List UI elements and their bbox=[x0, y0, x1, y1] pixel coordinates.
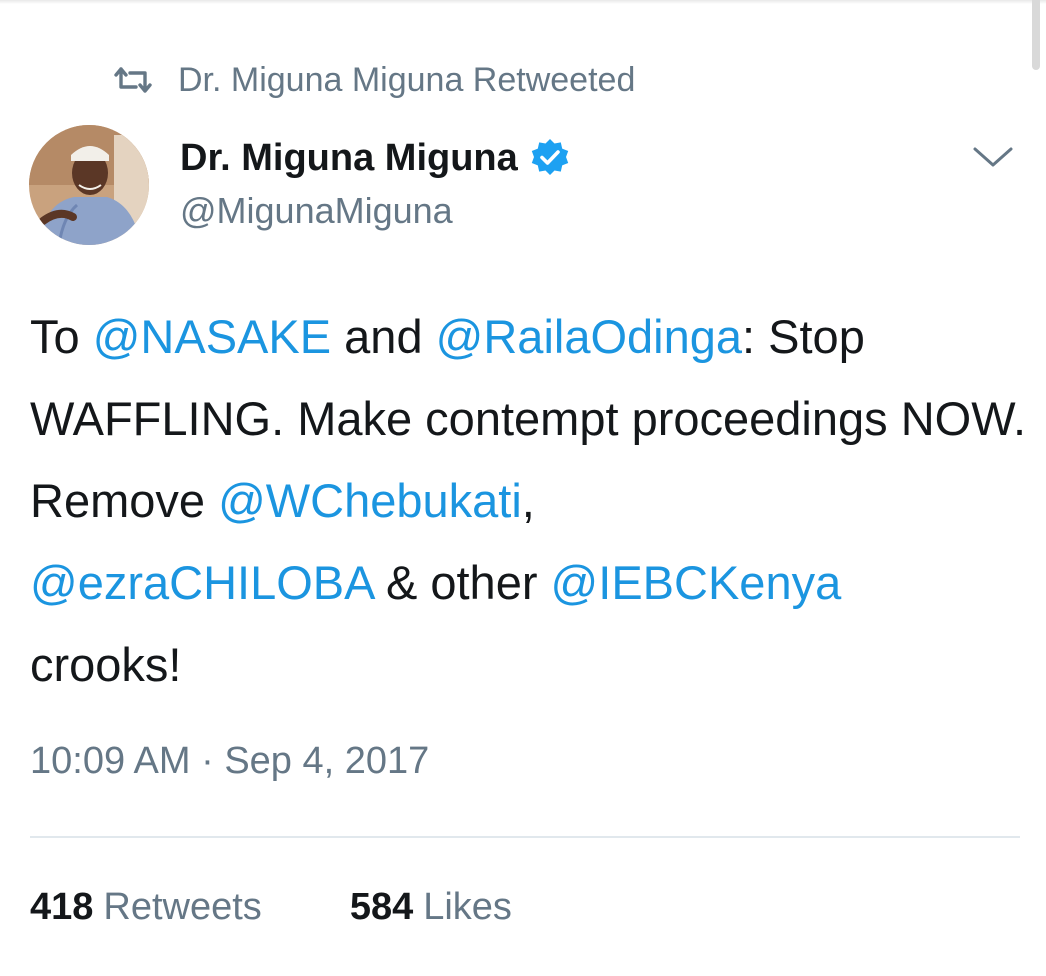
likes-count: 584 bbox=[349, 886, 414, 928]
tweet-text-segment: To bbox=[30, 310, 93, 363]
author-name-row[interactable]: Dr. Miguna Miguna bbox=[180, 134, 570, 182]
author-name: Dr. Miguna Miguna bbox=[180, 136, 518, 179]
retweet-context-label: Dr. Miguna Miguna Retweeted bbox=[178, 60, 636, 99]
retweet-context[interactable]: Dr. Miguna Miguna Retweeted bbox=[112, 58, 635, 102]
tweet-text-segment: crooks! bbox=[30, 638, 182, 691]
retweet-icon bbox=[112, 65, 154, 95]
mention-link-iebckenya[interactable]: @IEBCKenya bbox=[551, 556, 842, 609]
mention-link-wchebukati[interactable]: @WChebukati bbox=[218, 474, 522, 527]
tweet-timestamp[interactable]: 10:09 AM · Sep 4, 2017 bbox=[30, 740, 429, 783]
divider bbox=[30, 836, 1020, 838]
verified-badge-icon bbox=[530, 138, 570, 178]
mention-link-nasake[interactable]: @NASAKE bbox=[93, 310, 331, 363]
chevron-down-icon[interactable] bbox=[970, 140, 1016, 174]
mention-link-railaodinga[interactable]: @RailaOdinga bbox=[436, 310, 742, 363]
likes-label: Likes bbox=[423, 886, 512, 928]
tweet-text-segment: & other bbox=[372, 556, 551, 609]
tweet-text-segment: , bbox=[521, 474, 535, 527]
tweet-stats: 418 Retweets 584 Likes bbox=[30, 886, 600, 929]
avatar[interactable] bbox=[29, 125, 149, 245]
retweets-label: Retweets bbox=[103, 886, 262, 928]
tweet-text-segment: and bbox=[331, 310, 436, 363]
likes-stat[interactable]: 584 Likes bbox=[350, 886, 512, 929]
top-edge-shadow bbox=[0, 0, 1046, 4]
retweets-stat[interactable]: 418 Retweets bbox=[30, 886, 262, 929]
author-handle[interactable]: @MigunaMiguna bbox=[180, 190, 453, 232]
tweet-text: To @NASAKE and @RailaOdinga: Stop WAFFLI… bbox=[30, 296, 1030, 706]
mention-link-ezrachiloba[interactable]: @ezraCHILOBA bbox=[30, 556, 373, 609]
scrollbar[interactable] bbox=[1032, 0, 1040, 70]
retweets-count: 418 bbox=[30, 886, 94, 928]
